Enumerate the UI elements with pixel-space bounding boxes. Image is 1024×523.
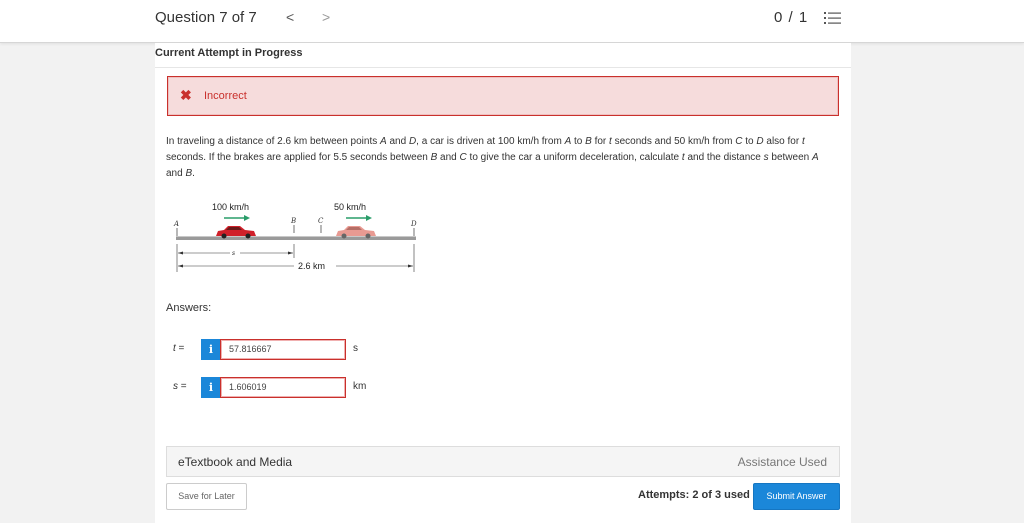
question-panel: Current Attempt in Progress ✖ Incorrect … xyxy=(155,43,851,523)
dimension-s-label: s xyxy=(232,250,235,257)
problem-statement: In traveling a distance of 2.6 km betwee… xyxy=(166,136,819,179)
info-icon[interactable]: i xyxy=(201,339,221,360)
answer-unit: km xyxy=(353,381,367,392)
arrow-right-icon xyxy=(346,215,372,221)
dimension-total: 2.6 km xyxy=(178,260,413,271)
answer-row-t: t = i 57.816667 s xyxy=(155,339,455,361)
answer-input-t[interactable]: 57.816667 xyxy=(220,339,346,360)
point-label-d: D xyxy=(410,220,417,228)
status-banner: ✖ Incorrect xyxy=(167,76,839,116)
etextbook-media-label: eTextbook and Media xyxy=(178,455,293,469)
speed-label-2: 50 km/h xyxy=(334,202,366,212)
distance-label: 2.6 km xyxy=(298,261,325,271)
next-question-button[interactable]: > xyxy=(322,9,330,25)
info-icon[interactable]: i xyxy=(201,377,221,398)
question-list-icon[interactable] xyxy=(824,11,841,26)
point-label-c: C xyxy=(318,217,324,225)
answer-variable: t = xyxy=(173,343,185,354)
save-for-later-button[interactable]: Save for Later xyxy=(166,483,247,510)
previous-question-button[interactable]: < xyxy=(286,9,294,25)
speed-label-1: 100 km/h xyxy=(212,202,249,212)
answers-label: Answers: xyxy=(166,302,212,314)
top-bar: Question 7 of 7 < > 0 / 1 xyxy=(0,0,1024,43)
etextbook-media-bar[interactable]: eTextbook and Media Assistance Used xyxy=(166,446,840,477)
dimension-s: s xyxy=(178,249,293,257)
point-label-b: B xyxy=(290,217,296,225)
score: 0 / 1 xyxy=(774,9,809,26)
problem-diagram: 100 km/h 50 km/h A B C D s 2.6 km xyxy=(173,202,417,272)
submit-answer-button[interactable]: Submit Answer xyxy=(753,483,840,510)
status-text: Incorrect xyxy=(204,90,247,102)
question-title: Question 7 of 7 xyxy=(155,9,257,26)
answer-unit: s xyxy=(353,343,358,354)
arrow-right-icon xyxy=(224,215,250,221)
attempt-label: Current Attempt in Progress xyxy=(155,47,303,59)
point-label-a: A xyxy=(173,220,179,228)
close-icon: ✖ xyxy=(180,87,192,103)
assistance-used-label: Assistance Used xyxy=(737,455,827,469)
attempts-counter: Attempts: 2 of 3 used xyxy=(638,489,750,501)
divider xyxy=(155,67,851,68)
answer-row-s: s = i 1.606019 km xyxy=(155,377,455,399)
answer-input-s[interactable]: 1.606019 xyxy=(220,377,346,398)
answer-variable: s = xyxy=(173,381,187,392)
